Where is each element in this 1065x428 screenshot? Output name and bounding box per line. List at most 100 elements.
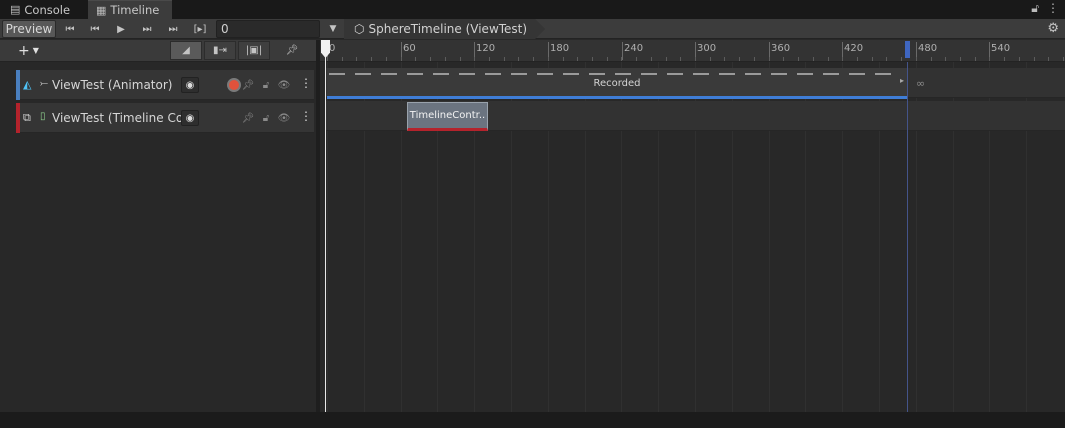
curves-toggle-button[interactable]: ◢ [170,41,202,60]
ruler-minor-tick [1033,57,1035,61]
console-icon: ▤ [10,3,21,16]
ruler-minor-tick [989,57,991,61]
play-button[interactable]: ▶ [110,20,132,38]
ruler-tick-label: 540 [991,43,1011,54]
replace-mode-button[interactable]: |▣| [238,41,270,60]
eye-icon[interactable]: 👁︎ [276,110,292,126]
timeline-toolbar: Preview ⏮ ⏮︎ ▶ ⏭︎ ⏭ [▸] 0 ▼ ⬡ SphereTime… [0,19,1065,39]
previous-frame-button[interactable]: ⏮︎ [84,20,106,38]
track-menu-icon[interactable]: ⋮ [300,76,312,90]
recorded-clip[interactable]: Recorded ▸ [327,68,907,99]
ruler-minor-tick [577,57,579,61]
pin-icon[interactable]: 📌︎ [240,77,256,93]
tab-bar-actions: 🔓︎ ⋮ [1031,1,1059,16]
ruler-minor-tick [547,57,549,61]
breadcrumb[interactable]: ⬡ SphereTimeline (ViewTest) [344,19,545,39]
ruler-tick-label: 420 [844,43,864,54]
pin-button[interactable]: 📌︎ [276,41,308,60]
ease-icon: ◢ [182,45,190,56]
playhead-line [325,40,326,412]
ruler-minor-tick [621,57,623,61]
ruler-minor-tick [341,57,343,61]
ruler-minor-tick [974,57,976,61]
cube-icon: ⬡ [354,22,365,36]
eye-icon[interactable]: 👁︎ [276,77,292,93]
object-picker-button[interactable]: ◉ [181,77,199,93]
target-icon: ◉ [185,112,195,124]
chevron-down-icon: ▼ [329,24,337,34]
play-range-icon: [▸] [193,23,207,35]
tab-timeline[interactable]: ▦ Timeline [88,0,172,19]
tab-console[interactable]: ▤ Console [2,0,84,19]
lock-icon[interactable]: 🔓︎ [1031,1,1039,16]
lock-icon[interactable]: 🔓︎ [258,110,274,126]
ruler-minor-tick [474,57,476,61]
window-tab-bar: ▤ Console ▦ Timeline 🔓︎ ⋮ [0,0,1065,19]
ruler-minor-tick [356,57,358,61]
control-clip[interactable]: TimelineContr.. [407,102,488,131]
panel-divider[interactable] [316,40,320,428]
ripple-mode-button[interactable]: ▮⇥ [204,41,236,60]
ruler-minor-tick [871,57,873,61]
go-to-end-button[interactable]: ⏭ [162,20,184,38]
next-frame-icon: ⏭︎ [142,23,152,35]
ruler-minor-tick [371,57,373,61]
timeline-end-marker [907,62,908,412]
ruler-minor-tick [400,57,402,61]
ruler-minor-tick [753,57,755,61]
ruler-minor-tick [650,57,652,61]
lock-icon[interactable]: 🔓︎ [258,77,274,93]
play-range-button[interactable]: [▸] [189,20,211,38]
ruler-minor-tick [680,57,682,61]
current-frame-field[interactable]: 0 [216,20,320,38]
track-header-animator[interactable]: ◭ ⤚ ViewTest (Animator) ◉ 📌︎ 🔓︎ 👁︎ ⋮ [16,70,314,100]
clip-end-arrow-icon: ▸ [900,76,905,85]
timeline-end-handle[interactable] [905,41,910,58]
record-button[interactable] [227,78,241,92]
chevron-down-icon: ▼ [32,46,39,55]
animation-track-icon: ◭ [23,78,32,91]
add-track-button[interactable]: + ▼ [18,42,50,59]
ruler-minor-tick [488,57,490,61]
ruler-minor-tick [856,57,858,61]
ruler-minor-tick [592,57,593,61]
curve-toggle-icon[interactable] [209,77,225,93]
go-to-end-icon: ⏭ [168,23,178,35]
track-name: ViewTest (Animator) [52,78,173,92]
ruler-minor-tick [768,57,770,61]
timeline-asset-dropdown[interactable]: ▼ [324,20,342,38]
recorded-keyframe-line [329,73,901,75]
next-frame-button[interactable]: ⏭︎ [136,20,158,38]
ruler-minor-tick [415,57,417,61]
ruler-minor-tick [1063,57,1064,61]
ruler-minor-tick [562,57,564,61]
time-ruler[interactable]: 0 60 120 180 240 300 360 420 480 540 [320,40,1065,62]
ruler-tick-label: 180 [550,43,570,54]
previous-frame-icon: ⏮︎ [90,23,100,35]
preview-button[interactable]: Preview [2,20,56,38]
script-icon: ▯ [40,111,46,122]
window-menu-icon[interactable]: ⋮ [1047,1,1059,16]
object-picker-button[interactable]: ◉ [181,110,199,126]
track-menu-icon[interactable]: ⋮ [300,109,312,123]
go-to-start-button[interactable]: ⏮ [59,20,81,38]
ruler-minor-tick [430,57,431,61]
pin-icon: 📌︎ [285,45,299,56]
pin-icon[interactable]: 📌︎ [240,110,256,126]
ruler-tick-label: 60 [403,43,416,54]
plus-icon: + [18,42,30,59]
ruler-minor-tick [385,57,387,61]
ruler-minor-tick [812,57,814,61]
track-header-timeline-controller[interactable]: ⧉ ▯ ViewTest (Timeline Controller) ◉ 📌︎ … [16,103,314,133]
ruler-minor-tick [533,57,535,61]
ruler-tick-label: 240 [624,43,644,54]
recorded-clip-label: Recorded [593,78,641,89]
gear-icon[interactable]: ⚙ [1047,21,1059,36]
ruler-minor-tick [444,57,446,61]
ruler-minor-tick [915,57,917,61]
ruler-minor-tick [665,57,667,61]
ruler-minor-tick [636,57,638,61]
breadcrumb-label: SphereTimeline (ViewTest) [368,22,528,36]
tab-console-label: Console [24,2,71,17]
go-to-start-icon: ⏮ [65,23,75,35]
